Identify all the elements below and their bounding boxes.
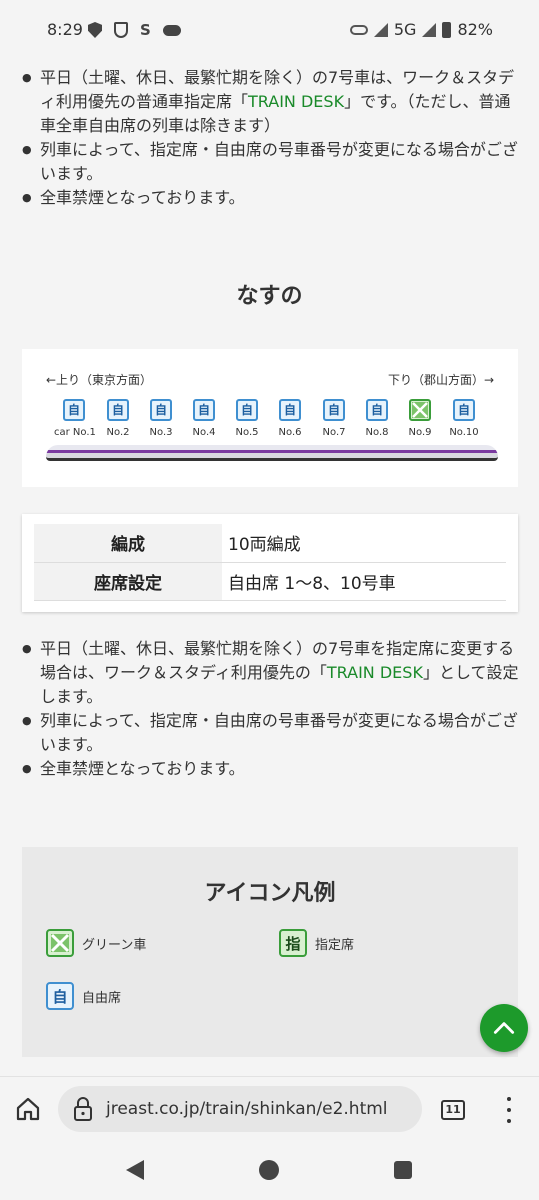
shield-outline-icon <box>114 22 128 38</box>
status-notification-icons: S <box>88 21 181 39</box>
shield-icon <box>88 22 102 38</box>
home-icon[interactable] <box>14 1095 42 1123</box>
home-circle-icon[interactable] <box>259 1160 279 1180</box>
legend-item-reserved: 指 指定席 <box>279 929 354 957</box>
free-seat-icon: 自 <box>236 399 258 421</box>
legend-item-free: 自 自由席 <box>46 982 121 1010</box>
notes-top: 平日（土曜、休日、最繁忙期を除く）の7号車は、ワーク＆スタディ利用優先の普通車指… <box>0 66 539 210</box>
table-row: 座席設定 自由席 1〜8、10号車 <box>34 562 506 601</box>
table-row: 編成 10両編成 <box>34 524 506 563</box>
free-seat-icon: 自 <box>63 399 85 421</box>
car-8: 自 No.8 <box>357 399 397 438</box>
car-3: 自 No.3 <box>141 399 181 438</box>
address-bar[interactable]: jreast.co.jp/train/shinkan/e2.html <box>58 1086 422 1132</box>
battery-icon <box>442 21 452 38</box>
network-type: 5G <box>393 20 417 39</box>
car-4: 自 No.4 <box>184 399 224 438</box>
free-seat-icon: 自 <box>453 399 475 421</box>
note-item: 列車によって、指定席・自由席の号車番号が変更になる場合がございます。 <box>22 138 521 186</box>
train-desk-link[interactable]: TRAIN DESK <box>248 92 344 111</box>
url-text: jreast.co.jp/train/shinkan/e2.html <box>106 1099 388 1119</box>
green-car-icon <box>46 929 74 957</box>
back-icon[interactable] <box>126 1160 144 1180</box>
car-2: 自 No.2 <box>98 399 138 438</box>
legend-title: アイコン凡例 <box>204 881 336 906</box>
overflow-menu-icon[interactable] <box>500 1097 518 1123</box>
free-seat-icon: 自 <box>107 399 129 421</box>
icon-legend: アイコン凡例 グリーン車 指 指定席 自 自由席 <box>22 847 518 1057</box>
cell-signal-icon <box>422 22 437 37</box>
direction-up-label: ←上り（東京方面） <box>46 373 153 387</box>
section-title: なすの <box>236 284 303 309</box>
status-system-icons: 5G 82% <box>349 20 493 39</box>
row-key: 座席設定 <box>34 562 222 601</box>
train-illustration <box>46 445 498 461</box>
reserved-seat-icon: 指 <box>279 929 307 957</box>
system-navigation-bar <box>0 1140 539 1200</box>
train-desk-link[interactable]: TRAIN DESK <box>327 663 423 682</box>
scroll-to-top-button[interactable] <box>480 1004 528 1052</box>
car-7: 自 No.7 <box>314 399 354 438</box>
row-key: 編成 <box>34 524 222 563</box>
status-time: 8:29 <box>47 20 83 39</box>
chevron-up-icon <box>493 1022 515 1034</box>
wifi-signal-icon <box>373 22 388 37</box>
free-seat-icon: 自 <box>193 399 215 421</box>
car-6: 自 No.6 <box>270 399 310 438</box>
car-formation-diagram: ←上り（東京方面） 下り（郡山方面）→ 自 car No.1 自 No.2 自 No.… <box>22 349 518 487</box>
free-seat-icon: 自 <box>366 399 388 421</box>
free-seat-icon: 自 <box>46 982 74 1010</box>
lock-icon <box>74 1097 92 1121</box>
formation-info-table: 編成 10両編成 座席設定 自由席 1〜8、10号車 <box>22 514 518 612</box>
notes-bottom: 平日（土曜、休日、最繁忙期を除く）の7号車を指定席に変更する場合は、ワーク＆スタ… <box>0 637 539 781</box>
car-10: 自 No.10 <box>444 399 484 438</box>
vpn-key-icon <box>349 24 368 35</box>
free-seat-icon: 自 <box>323 399 345 421</box>
car-5: 自 No.5 <box>227 399 267 438</box>
legend-item-green: グリーン車 <box>46 929 146 957</box>
free-seat-icon: 自 <box>279 399 301 421</box>
row-value: 10両編成 <box>222 524 506 563</box>
cloud-icon <box>162 24 181 36</box>
recents-icon[interactable] <box>394 1161 412 1179</box>
note-item: 全車禁煙となっております。 <box>22 757 521 781</box>
app-s-icon: S <box>140 21 151 39</box>
note-item: 平日（土曜、休日、最繁忙期を除く）の7号車を指定席に変更する場合は、ワーク＆スタ… <box>22 637 521 709</box>
status-bar: 8:29 S 5G 82% <box>0 0 539 60</box>
car-9: No.9 <box>400 399 440 438</box>
note-item: 平日（土曜、休日、最繁忙期を除く）の7号車は、ワーク＆スタディ利用優先の普通車指… <box>22 66 521 138</box>
free-seat-icon: 自 <box>150 399 172 421</box>
browser-toolbar: jreast.co.jp/train/shinkan/e2.html 11 <box>0 1076 539 1140</box>
tab-switcher-button[interactable]: 11 <box>441 1100 465 1120</box>
direction-down-label: 下り（郡山方面）→ <box>387 373 494 387</box>
green-car-icon <box>409 399 431 421</box>
car-1: 自 car No.1 <box>54 399 96 438</box>
note-item: 列車によって、指定席・自由席の号車番号が変更になる場合がございます。 <box>22 709 521 757</box>
row-value: 自由席 1〜8、10号車 <box>222 562 506 601</box>
battery-percent: 82% <box>457 20 493 39</box>
note-item: 全車禁煙となっております。 <box>22 186 521 210</box>
